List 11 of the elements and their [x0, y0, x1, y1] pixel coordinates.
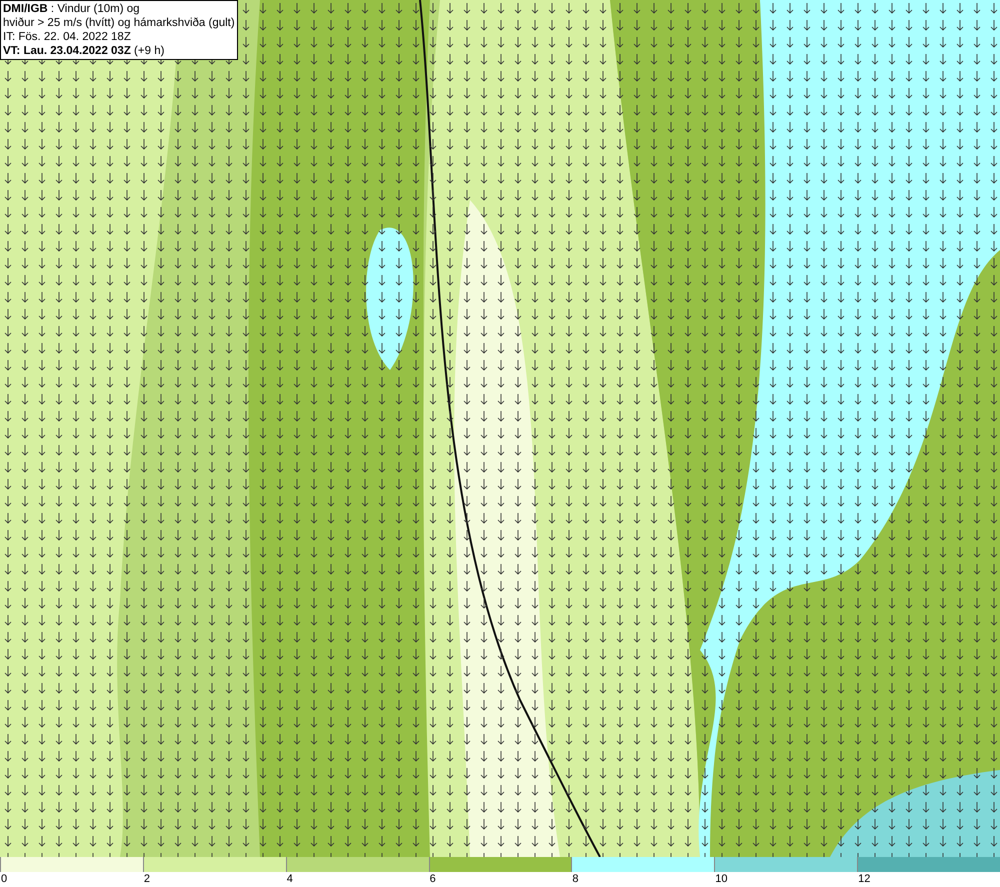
legend-label: 12	[858, 873, 870, 886]
legend-label: 4	[286, 873, 293, 886]
legend-label: 10	[715, 873, 728, 886]
title-text: IT: Fös. 22. 04. 2022 18Z	[3, 30, 131, 44]
legend-label: 8	[572, 873, 579, 886]
legend-label: 2	[144, 873, 150, 886]
title-text: DMI/IGB : Vindur (10m) og	[3, 2, 140, 16]
title-text: VT: Lau. 23.04.2022 03Z (+9 h)	[3, 44, 164, 58]
legend-label: 0	[1, 873, 8, 886]
legend-label: 6	[430, 873, 436, 886]
title-text: hviður > 25 m/s (hvítt) og hámarkshviða (gult)	[3, 16, 235, 30]
